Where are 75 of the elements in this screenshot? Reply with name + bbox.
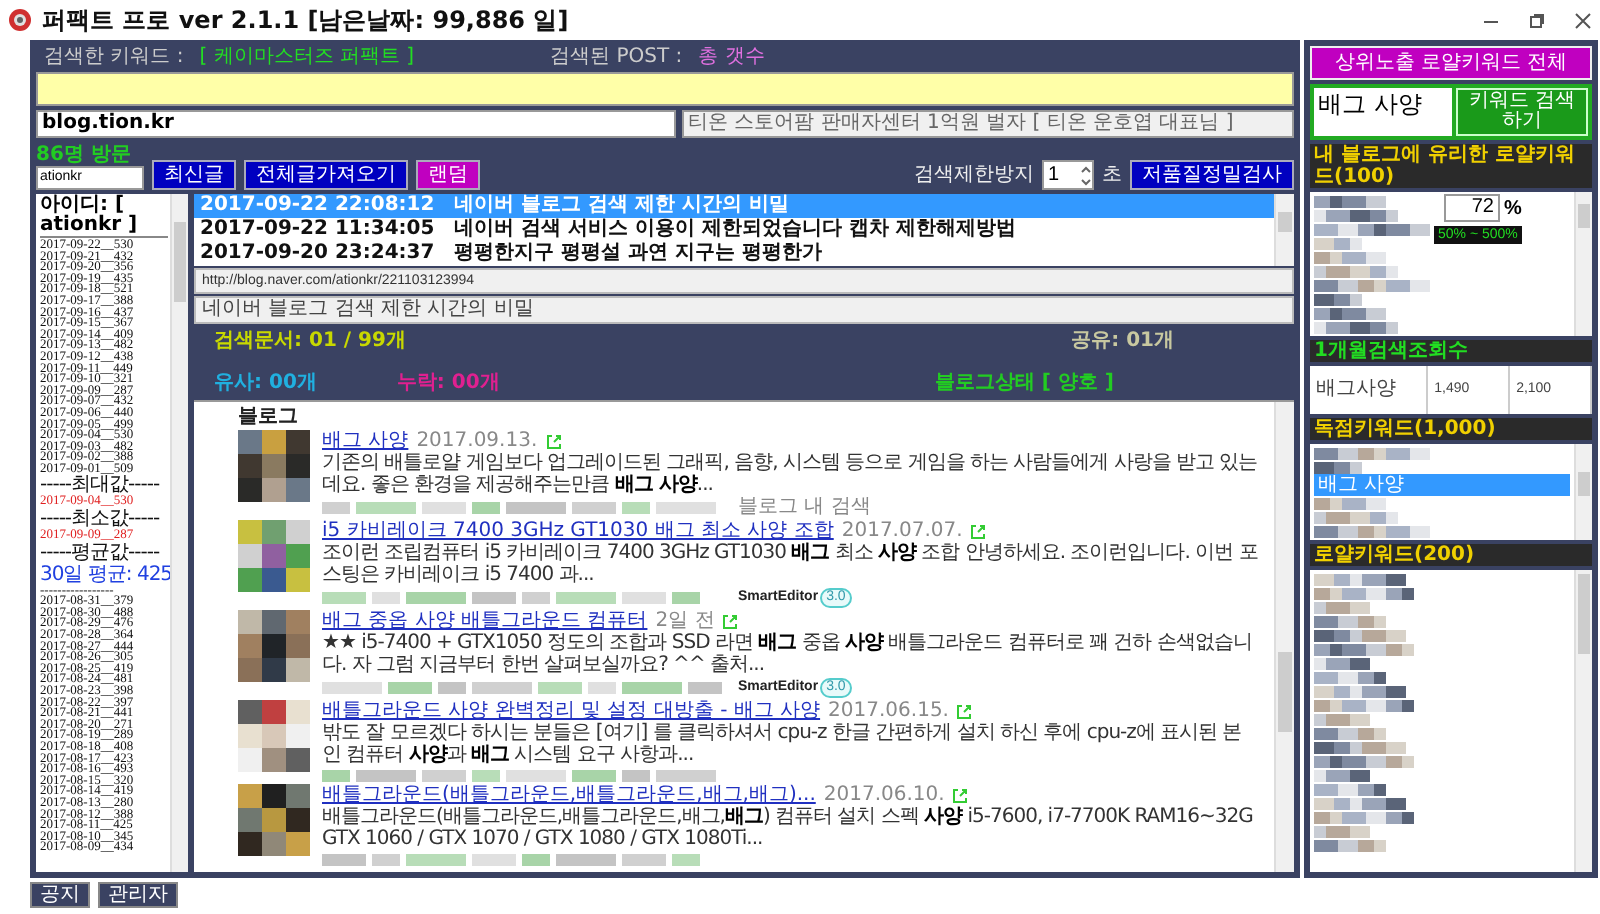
result-title-link[interactable]: 배틀그라운드 사양 완벽정리 및 설정 대방출 - 배그 사양 [322, 700, 821, 722]
result-date: 2017.07.07. [841, 520, 963, 542]
table-cell: 배그사양 [1310, 366, 1429, 414]
panel-header: 로얄키워드(200) [1310, 544, 1592, 566]
separator-label: -----최대값----- [40, 474, 162, 497]
similar-count: 유사: 00개 [214, 372, 317, 394]
share-icon[interactable] [956, 703, 973, 719]
post-title-field[interactable]: 네이버 블로그 검색 제한 시간의 비밀 [194, 296, 1294, 324]
result-snippet: 조이런 조립컴퓨터 i5 카비레이크 7400 3GHz GT1030 배그 최소 사양 조합 안녕하세요. 조이런입니다. 이번 포스팅은 카비레이크 i5 7400 과... [322, 542, 1258, 586]
percent-label: % [1504, 197, 1522, 219]
keyword-label: 검색한 키워드 : [44, 46, 184, 68]
section-heading: 블로그 [238, 406, 300, 428]
maximize-icon[interactable] [1528, 11, 1546, 29]
pixelated-list-drawing [1314, 194, 1430, 334]
scrollbar[interactable] [1274, 194, 1294, 266]
result-date: 2017.09.13. [416, 430, 538, 452]
visitor-count: 86명 방문 [36, 146, 133, 166]
keyword-value: [ 케이마스터즈 퍼팩트 ] [199, 46, 415, 68]
post-row[interactable]: 2017-09-20 23:24:37 평평한지구 평평설 과연 지구는 평평한가 [194, 242, 1274, 266]
separator-label: -----최소값----- [40, 508, 162, 531]
documents-count: 검색문서: 01 / 99개 [214, 330, 406, 352]
result-title-link[interactable]: 배그 사양 [322, 430, 409, 452]
share-icon[interactable] [722, 613, 739, 629]
blog-search-link[interactable]: 블로그 내 검색 [738, 498, 871, 518]
delay-spinner[interactable]: 1 [1042, 160, 1094, 190]
action-button[interactable]: 최신글 [152, 160, 236, 190]
post-count: 총 갯수 [698, 46, 765, 68]
blog-address-field[interactable]: blog.tion.kr [36, 110, 676, 138]
delay-label: 검색제한방지 [914, 162, 1034, 190]
list-header: 아이디: [ ationkr ] [40, 196, 168, 238]
separator-label: -----평균값----- [40, 541, 162, 564]
quality-check-button[interactable]: 저품질정밀검사 [1130, 160, 1294, 190]
action-button[interactable]: 랜덤 [416, 160, 480, 190]
scrollbar[interactable] [1574, 192, 1592, 336]
footer-button[interactable]: 관리자 [98, 882, 178, 908]
result-snippet: 기존의 배틀로얄 게임보다 업그레이드된 그래픽, 음향, 시스템 등으로 게임을 하는 사람들에게 사랑을 받고 있는데요. 좋은 환경을 제공해주는만큼 배그 사양... [322, 452, 1258, 496]
share-icon[interactable] [970, 523, 987, 539]
keyword-search-button[interactable]: 키워드 검색하기 [1456, 88, 1588, 136]
window-title: 퍼팩트 프로 ver 2.1.1 [남은날짜: 99,886 일] [42, 3, 569, 37]
missing-count: 누락: 00개 [396, 372, 500, 394]
result-snippet: ★★ i5-7400 + GTX1050 정도의 조합과 SSD 라면 배그 중옵 사양 배틀그라운드 컴퓨터로 꽤 건하 손색없습니다. 자 그럼 지금부터 한번 살펴보실까요? ^^ 출처... [322, 632, 1254, 676]
share-icon[interactable] [545, 433, 562, 449]
blog-status: 블로그상태 [ 양호 ] [934, 372, 1114, 394]
result-snippet: 배틀그라운드(배틀그라운드,배틀그라운드,배그,배그) 컴퓨터 설치 스펙 사양 i5-7600, i7-7700K RAM16~32G GTX 1060 / GTX 1070 / GTX 1080 / GTX 1080Ti... [322, 806, 1255, 850]
panel-header: 내 블로그에 유리한 로얄키워드(100) [1310, 144, 1592, 188]
result-date: 2017.06.15. [828, 700, 949, 722]
result-date: 2017.06.10. [823, 784, 945, 806]
pixelated-list-drawing [1314, 496, 1430, 538]
scrollbar[interactable] [1574, 570, 1592, 872]
keyword-field[interactable]: 배그 사양 [1314, 88, 1452, 136]
scrollbar[interactable] [1574, 444, 1592, 540]
close-icon[interactable] [1574, 11, 1592, 29]
scrollbar[interactable] [170, 194, 188, 872]
result-title-link[interactable]: i5 카비레이크 7400 3GHz GT1030 배그 최소 사양 조합 [322, 520, 834, 542]
post-label: 검색된 POST : [550, 46, 683, 68]
panel-header: 1개월검색조회수 [1310, 340, 1592, 362]
visit-count: 30일 평균: 425 [40, 563, 168, 586]
action-button[interactable]: 전체글가져오기 [244, 160, 408, 190]
footer-button[interactable]: 공지 [30, 882, 90, 908]
result-date: 2일 전 [655, 610, 715, 632]
pixelated-list-drawing [1314, 446, 1430, 474]
seconds-label: 초 [1102, 162, 1122, 190]
blog-title-field[interactable]: 티온 스토어팜 판매자센터 1억원 벌자 [ 티온 운호엽 대표님 ] [682, 110, 1294, 138]
royal-keywords-button[interactable]: 상위노출 로얄키워드 전체 [1310, 46, 1592, 80]
panel-header: 독점키워드(1,000) [1310, 418, 1592, 440]
result-title-link[interactable]: 배그 중옵 사양 배틀그라운드 컴퓨터 [322, 610, 648, 632]
share-icon[interactable] [952, 787, 969, 803]
result-title-link[interactable]: 배틀그라운드(배틀그라운드,배틀그라운드,배그,배그)... [322, 784, 816, 806]
app-logo-icon [8, 8, 32, 32]
post-row[interactable]: 2017-09-22 11:34:05 네이버 검색 서비스 이용이 제한되었습니다 캡차 제한해제방법 [194, 218, 1274, 242]
keyword-text-area[interactable] [36, 72, 1294, 106]
result-snippet: 밖도 잘 모르겠다 하시는 분들은 [여기] 를 클릭하셔서 cpu-z 한글 간편하게 설치 하신 후에 cpu-z에 표시된 본인 컴퓨터 사양과 배그 시스템 요구 사항과... [322, 722, 1244, 766]
scrollbar[interactable] [1274, 402, 1294, 872]
ratio-spinner[interactable]: 72 [1444, 194, 1500, 222]
shared-count: 공유: 01개 [1071, 330, 1174, 352]
